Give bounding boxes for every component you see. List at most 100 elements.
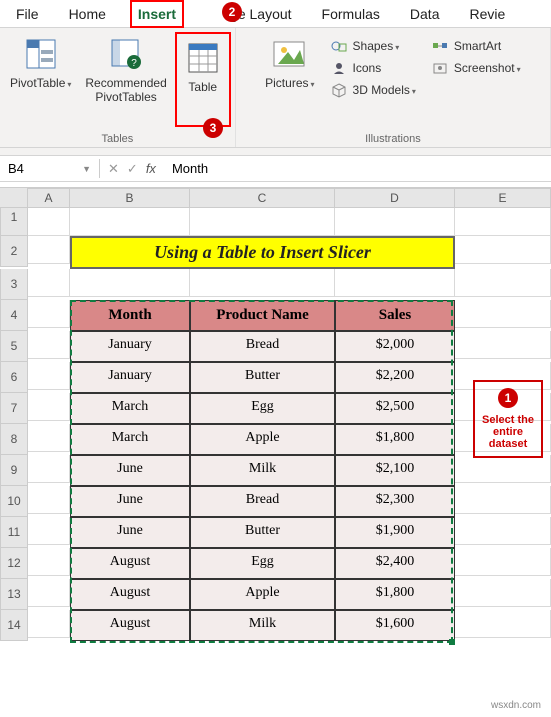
tab-home[interactable]: Home bbox=[63, 2, 112, 26]
name-box[interactable]: B4▼ bbox=[0, 159, 100, 178]
cell-A14[interactable] bbox=[28, 610, 70, 638]
cell-A10[interactable] bbox=[28, 486, 70, 514]
table-header-2[interactable]: Sales bbox=[335, 300, 455, 331]
cell-r3-c2[interactable] bbox=[335, 269, 455, 297]
row-header-4[interactable]: 4 bbox=[0, 300, 28, 331]
col-header-A[interactable]: A bbox=[28, 188, 70, 208]
tab-review[interactable]: Revie bbox=[463, 2, 511, 26]
row-header-12[interactable]: 12 bbox=[0, 548, 28, 579]
cell-E12[interactable] bbox=[455, 548, 551, 576]
table-cell-r11-c2[interactable]: $2,400 bbox=[335, 548, 455, 579]
3dmodels-button[interactable]: 3D Models bbox=[327, 80, 420, 100]
table-cell-r8-c2[interactable]: $2,100 bbox=[335, 455, 455, 486]
cell-E11[interactable] bbox=[455, 517, 551, 545]
formula-input[interactable] bbox=[164, 159, 551, 178]
smartart-button[interactable]: SmartArt bbox=[428, 36, 525, 56]
col-header-C[interactable]: C bbox=[190, 188, 335, 208]
icons-button[interactable]: Icons bbox=[327, 58, 420, 78]
row-header-8[interactable]: 8 bbox=[0, 424, 28, 455]
cell-A5[interactable] bbox=[28, 331, 70, 359]
pictures-button[interactable]: Pictures bbox=[257, 32, 322, 104]
cell-E9[interactable] bbox=[455, 455, 551, 483]
table-cell-r4-c1[interactable]: Bread bbox=[190, 331, 335, 362]
enter-icon[interactable]: ✓ bbox=[127, 161, 138, 177]
cell-A6[interactable] bbox=[28, 362, 70, 390]
table-cell-r6-c0[interactable]: March bbox=[70, 393, 190, 424]
spreadsheet-grid[interactable]: ABCDE12Using a Table to Insert Slicer34M… bbox=[0, 188, 551, 641]
row-header-10[interactable]: 10 bbox=[0, 486, 28, 517]
row-header-13[interactable]: 13 bbox=[0, 579, 28, 610]
col-header-B[interactable]: B bbox=[70, 188, 190, 208]
cell-A1[interactable] bbox=[28, 208, 70, 236]
cell-A8[interactable] bbox=[28, 424, 70, 452]
tab-data[interactable]: Data bbox=[404, 2, 446, 26]
row-header-11[interactable]: 11 bbox=[0, 517, 28, 548]
tab-file[interactable]: File bbox=[10, 2, 45, 26]
table-cell-r9-c2[interactable]: $2,300 bbox=[335, 486, 455, 517]
table-cell-r11-c1[interactable]: Egg bbox=[190, 548, 335, 579]
table-cell-r6-c2[interactable]: $2,500 bbox=[335, 393, 455, 424]
table-header-1[interactable]: Product Name bbox=[190, 300, 335, 331]
table-cell-r4-c2[interactable]: $2,000 bbox=[335, 331, 455, 362]
cell-A3[interactable] bbox=[28, 269, 70, 297]
pivottable-button[interactable]: PivotTable bbox=[4, 32, 77, 127]
recommended-pivottables-button[interactable]: ? Recommended PivotTables bbox=[79, 32, 172, 127]
table-cell-r12-c2[interactable]: $1,800 bbox=[335, 579, 455, 610]
cancel-icon[interactable]: ✕ bbox=[108, 161, 119, 177]
screenshot-button[interactable]: Screenshot bbox=[428, 58, 525, 78]
cell-r3-c3[interactable] bbox=[455, 269, 551, 297]
row-header-14[interactable]: 14 bbox=[0, 610, 28, 641]
cell-A12[interactable] bbox=[28, 548, 70, 576]
cell-A4[interactable] bbox=[28, 300, 70, 328]
cell-r1-c3[interactable] bbox=[455, 208, 551, 236]
table-cell-r10-c1[interactable]: Butter bbox=[190, 517, 335, 548]
row-header-6[interactable]: 6 bbox=[0, 362, 28, 393]
table-cell-r12-c1[interactable]: Apple bbox=[190, 579, 335, 610]
cell-E10[interactable] bbox=[455, 486, 551, 514]
table-cell-r6-c1[interactable]: Egg bbox=[190, 393, 335, 424]
table-cell-r7-c0[interactable]: March bbox=[70, 424, 190, 455]
table-cell-r13-c1[interactable]: Milk bbox=[190, 610, 335, 641]
row-header-5[interactable]: 5 bbox=[0, 331, 28, 362]
col-header-D[interactable]: D bbox=[335, 188, 455, 208]
table-cell-r13-c0[interactable]: August bbox=[70, 610, 190, 641]
table-cell-r12-c0[interactable]: August bbox=[70, 579, 190, 610]
cell-r1-c1[interactable] bbox=[190, 208, 335, 236]
table-cell-r9-c0[interactable]: June bbox=[70, 486, 190, 517]
cell-A11[interactable] bbox=[28, 517, 70, 545]
row-header-1[interactable]: 1 bbox=[0, 208, 28, 236]
table-cell-r7-c1[interactable]: Apple bbox=[190, 424, 335, 455]
table-cell-r8-c1[interactable]: Milk bbox=[190, 455, 335, 486]
fx-icon[interactable]: fx bbox=[146, 161, 156, 176]
cell-E13[interactable] bbox=[455, 579, 551, 607]
select-all-corner[interactable] bbox=[0, 188, 28, 208]
table-cell-r7-c2[interactable]: $1,800 bbox=[335, 424, 455, 455]
tab-insert[interactable]: Insert bbox=[130, 0, 184, 28]
table-cell-r13-c2[interactable]: $1,600 bbox=[335, 610, 455, 641]
cell-E14[interactable] bbox=[455, 610, 551, 638]
row-header-9[interactable]: 9 bbox=[0, 455, 28, 486]
table-cell-r5-c2[interactable]: $2,200 bbox=[335, 362, 455, 393]
cell-r1-c2[interactable] bbox=[335, 208, 455, 236]
table-cell-r8-c0[interactable]: June bbox=[70, 455, 190, 486]
tab-formulas[interactable]: Formulas bbox=[316, 2, 386, 26]
row-header-7[interactable]: 7 bbox=[0, 393, 28, 424]
cell-E5[interactable] bbox=[455, 331, 551, 359]
cell-r1-c0[interactable] bbox=[70, 208, 190, 236]
table-cell-r9-c1[interactable]: Bread bbox=[190, 486, 335, 517]
table-button[interactable]: Table bbox=[179, 36, 227, 98]
table-cell-r10-c0[interactable]: June bbox=[70, 517, 190, 548]
cell-A9[interactable] bbox=[28, 455, 70, 483]
cell-r3-c0[interactable] bbox=[70, 269, 190, 297]
cell-r3-c1[interactable] bbox=[190, 269, 335, 297]
cell-A7[interactable] bbox=[28, 393, 70, 421]
shapes-button[interactable]: Shapes bbox=[327, 36, 420, 56]
row-header-3[interactable]: 3 bbox=[0, 269, 28, 300]
cell-A2[interactable] bbox=[28, 236, 70, 264]
table-cell-r5-c0[interactable]: January bbox=[70, 362, 190, 393]
table-cell-r11-c0[interactable]: August bbox=[70, 548, 190, 579]
table-cell-r5-c1[interactable]: Butter bbox=[190, 362, 335, 393]
cell-E4[interactable] bbox=[455, 300, 551, 328]
cell-A13[interactable] bbox=[28, 579, 70, 607]
table-header-0[interactable]: Month bbox=[70, 300, 190, 331]
